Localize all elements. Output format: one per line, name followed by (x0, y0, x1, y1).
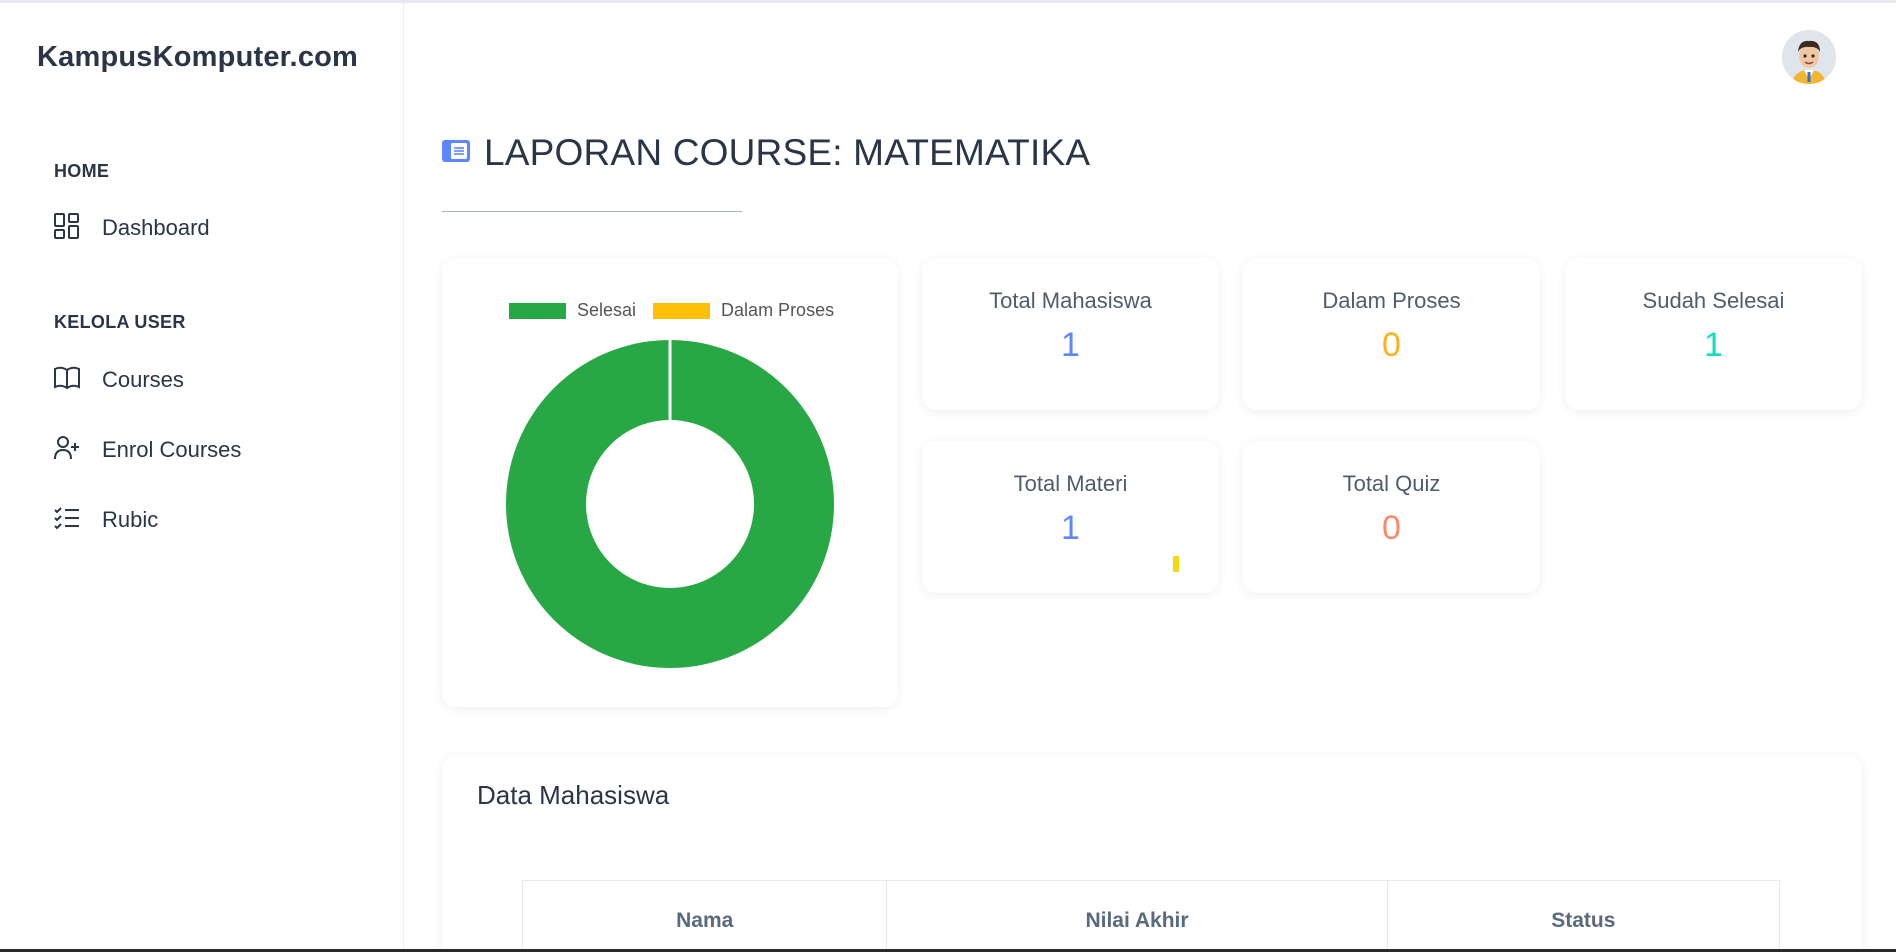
user-avatar[interactable] (1782, 30, 1836, 84)
nav-section-home: HOME (54, 161, 110, 181)
stat-label: Total Materi (1013, 471, 1128, 496)
section-title: Data Mahasiswa (477, 780, 670, 810)
nav-section-kelola-user: KELOLA USER (54, 312, 186, 332)
sidebar-item-enrol-courses[interactable]: Enrol Courses (52, 427, 372, 473)
donut-chart (505, 340, 834, 668)
stat-card-dalam-proses: Dalam Proses 0 (1243, 258, 1540, 410)
page-title: LAPORAN COURSE: MATEMATIKA (484, 132, 1091, 173)
stat-label: Total Quiz (1342, 471, 1441, 496)
stat-value: 1 (1061, 509, 1080, 547)
book-icon (52, 363, 82, 398)
stat-label: Sudah Selesai (1642, 288, 1785, 313)
stat-value: 1 (1704, 326, 1723, 364)
dashboard-icon (52, 211, 82, 246)
stat-value: 0 (1382, 509, 1401, 547)
column-header-nilai-akhir[interactable]: Nilai Akhir (887, 881, 1388, 952)
stat-card-total-mahasiswa: Total Mahasiswa 1 (922, 258, 1219, 410)
stat-value: 0 (1382, 326, 1401, 364)
stat-card-total-materi: Total Materi 1 (922, 441, 1219, 593)
cursor-marker (1173, 556, 1179, 572)
sidebar-item-label: Rubic (102, 507, 159, 532)
sidebar-item-label: Enrol Courses (102, 437, 242, 462)
stat-value: 1 (1061, 326, 1080, 364)
stat-card-sudah-selesai: Sudah Selesai 1 (1565, 258, 1862, 410)
brand-logo[interactable]: KampusKomputer.com (37, 41, 358, 74)
title-divider (442, 211, 742, 212)
mahasiswa-table: Nama Nilai Akhir Status (522, 880, 1780, 952)
sidebar-item-courses[interactable]: Courses (52, 357, 372, 403)
checklist-icon (52, 503, 82, 538)
page-header: LAPORAN COURSE: MATEMATIKA (442, 132, 1090, 174)
sidebar-item-dashboard[interactable]: Dashboard (52, 205, 372, 251)
data-mahasiswa-card: Data Mahasiswa Nama Nilai Akhir Status (442, 755, 1862, 952)
stat-label: Dalam Proses (1322, 288, 1461, 313)
report-icon (442, 139, 470, 167)
column-header-nama[interactable]: Nama (523, 881, 888, 952)
user-plus-icon (52, 433, 82, 468)
avatar-icon (1782, 30, 1836, 84)
sidebar: KampusKomputer.com HOME Dashboard KELOLA… (0, 3, 404, 949)
stat-label: Total Mahasiswa (989, 288, 1152, 313)
sidebar-item-label: Courses (102, 367, 184, 392)
sidebar-item-label: Dashboard (102, 215, 210, 240)
sidebar-item-rubic[interactable]: Rubic (52, 497, 372, 543)
column-header-status[interactable]: Status (1388, 881, 1779, 952)
chart-card: Selesai Dalam Proses (442, 258, 898, 707)
stat-card-total-quiz: Total Quiz 0 (1243, 441, 1540, 593)
